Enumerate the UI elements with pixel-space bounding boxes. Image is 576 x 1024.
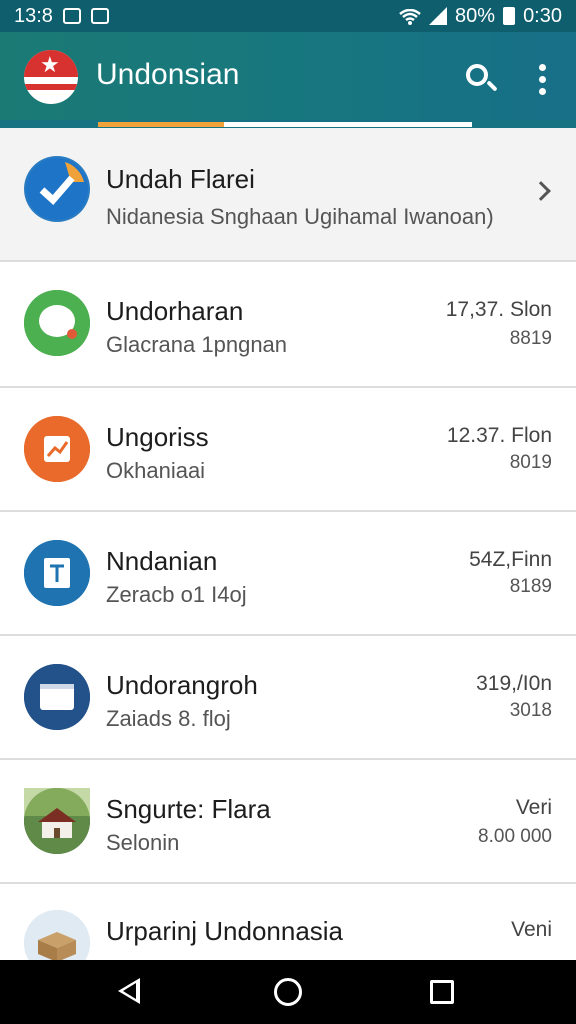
item-title: Urparinj Undonnasia bbox=[106, 916, 344, 946]
list-item-featured[interactable]: Undah Flarei Nidanesia Snghaan Ugihamal … bbox=[0, 128, 576, 262]
status-left: 13:8 bbox=[14, 5, 109, 28]
app-logo: ★ bbox=[24, 50, 78, 104]
item-meta-secondary: 8019 bbox=[509, 452, 552, 473]
item-subtitle: Zaiads 8. floj bbox=[106, 706, 231, 731]
tab-indicator bbox=[0, 120, 576, 128]
list-item[interactable]: Undorangroh Zaiads 8. floj 319,/I0n 3018 bbox=[0, 636, 576, 760]
app-bar: ★ Undonsian bbox=[0, 32, 576, 128]
battery-percent: 80% bbox=[455, 4, 496, 27]
app-title: Undonsian bbox=[96, 58, 240, 91]
item-title: Undorharan bbox=[106, 296, 244, 326]
chart-icon bbox=[24, 416, 90, 482]
check-badge-icon bbox=[24, 156, 90, 222]
list-item[interactable]: Ungoriss Okhaniaai 12.37. Flon 8019 bbox=[0, 388, 576, 512]
list-item[interactable]: Urparinj Undonnasia Veni bbox=[0, 884, 576, 960]
battery-icon bbox=[503, 7, 516, 25]
item-meta: 12.37. Flon bbox=[446, 424, 552, 447]
list-item[interactable]: Nndanian Zeracb o1 I4oj 54Z,Finn 8189 bbox=[0, 512, 576, 636]
item-title: Ungoriss bbox=[106, 422, 209, 452]
item-subtitle: Selonin bbox=[106, 830, 180, 855]
list-item[interactable]: Undorharan Glacrana 1pngnan 17,37. Slon … bbox=[0, 262, 576, 388]
notification-icon bbox=[62, 8, 81, 24]
package-icon bbox=[24, 910, 90, 960]
list-item[interactable]: Sngurte: Flara Selonin Veri 8.00 000 bbox=[0, 760, 576, 884]
status-clock: 0:30 bbox=[523, 4, 562, 27]
tab-active-indicator bbox=[98, 122, 224, 127]
chevron-right-icon bbox=[531, 181, 551, 201]
item-meta: 17,37. Slon bbox=[445, 298, 552, 321]
item-meta-secondary: 8819 bbox=[509, 328, 552, 349]
signal-icon bbox=[429, 7, 448, 25]
wifi-icon bbox=[399, 8, 421, 25]
search-icon bbox=[466, 64, 488, 86]
house-icon bbox=[24, 788, 90, 854]
item-title: Nndanian bbox=[106, 546, 218, 576]
item-meta: Veri bbox=[515, 796, 552, 819]
search-button[interactable] bbox=[460, 56, 500, 100]
item-meta-secondary: 8189 bbox=[509, 576, 552, 597]
chat-bubble-icon bbox=[24, 290, 90, 356]
item-meta: 319,/I0n bbox=[476, 672, 552, 695]
status-bar: 13:8 80% 0:30 bbox=[0, 0, 576, 32]
item-meta-secondary: 3018 bbox=[509, 700, 552, 721]
tab-indicator-track bbox=[224, 122, 472, 127]
item-title: Sngurte: Flara bbox=[106, 794, 271, 824]
back-icon[interactable] bbox=[118, 978, 140, 1004]
item-title: Undah Flarei bbox=[106, 164, 255, 194]
mail-icon bbox=[90, 8, 109, 24]
item-title: Undorangroh bbox=[106, 670, 258, 700]
home-icon[interactable] bbox=[274, 978, 302, 1006]
document-icon bbox=[24, 540, 90, 606]
status-right: 80% 0:30 bbox=[399, 5, 562, 28]
status-time: 13:8 bbox=[14, 4, 53, 27]
item-subtitle: Nidanesia Snghaan Ugihamal Iwanoan) bbox=[106, 204, 494, 229]
item-subtitle: Okhaniaai bbox=[106, 458, 206, 483]
more-options-button[interactable] bbox=[530, 60, 556, 100]
item-meta: 54Z,Finn bbox=[469, 548, 552, 571]
folder-icon bbox=[24, 664, 90, 730]
recent-apps-icon[interactable] bbox=[430, 980, 454, 1004]
item-meta: Veni bbox=[511, 918, 552, 941]
item-list: Undah Flarei Nidanesia Snghaan Ugihamal … bbox=[0, 128, 576, 960]
item-meta-secondary: 8.00 000 bbox=[478, 826, 552, 847]
item-subtitle: Zeracb o1 I4oj bbox=[106, 582, 247, 607]
item-subtitle: Glacrana 1pngnan bbox=[106, 332, 288, 357]
system-nav-bar bbox=[0, 960, 576, 1024]
